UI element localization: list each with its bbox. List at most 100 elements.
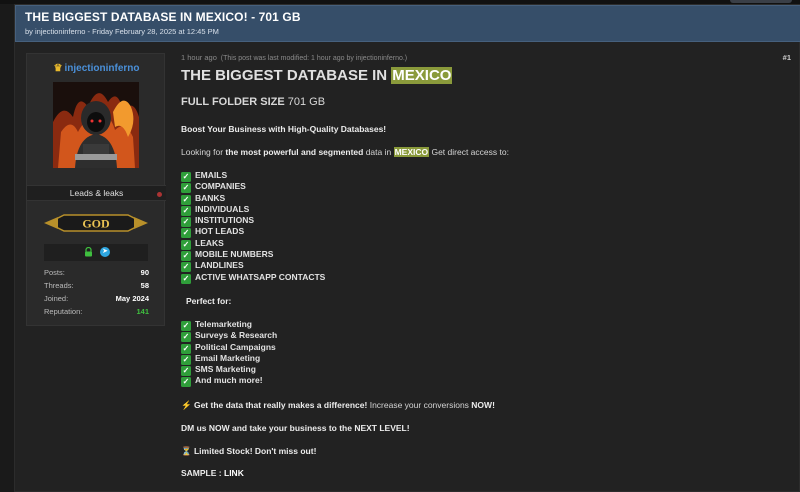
user-panel: ♛ injectioninferno Leads & leaks GOD ➤ P… <box>26 53 166 326</box>
post-time[interactable]: 1 hour ago <box>181 53 217 62</box>
list-item: ✓ BANKS <box>181 192 325 205</box>
list-item-label: And much more! <box>195 375 263 386</box>
user-icons: ➤ <box>44 244 148 261</box>
stat-value: 58 <box>140 281 149 290</box>
list-item: ✓ HOT LEADS <box>181 226 325 239</box>
stat-label: Reputation: <box>44 307 83 316</box>
rank-badge: GOD <box>44 211 148 235</box>
perfect-for-text: Perfect for: <box>186 296 232 306</box>
list-item-label: COMPANIES <box>195 181 246 192</box>
list-item: ✓ Telemarketing <box>181 319 277 331</box>
list-item: ✓ INDIVIDUALS <box>181 203 325 216</box>
lightning-icon: ⚡ <box>181 400 192 410</box>
lock-icon[interactable] <box>84 247 93 257</box>
stat-value: May 2024 <box>115 294 149 303</box>
post-meta: 1 hour ago (This post was last modified:… <box>181 53 407 62</box>
thread-container: THE BIGGEST DATABASE IN MEXICO! - 701 GB… <box>14 4 800 492</box>
list-item-label: LEAKS <box>195 237 224 248</box>
sample-label: SAMPLE : <box>181 468 222 478</box>
crown-icon: ♛ <box>53 63 63 74</box>
avatar[interactable] <box>53 82 139 168</box>
list-item-label: EMAILS <box>195 170 228 180</box>
list-item: ✓ EMAILS <box>181 170 325 182</box>
status-dot <box>157 192 162 197</box>
data-list: ✓ EMAILS ✓ COMPANIES ✓ BANKS ✓ INDIVIDUALS ✓… <box>181 170 326 284</box>
list-item: ✓ ACTIVE WHATSAPP CONTACTS <box>181 271 326 284</box>
cta-line: ⚡ Get the data that really makes a diffe… <box>181 400 495 411</box>
list-item: ✓ COMPANIES <box>181 181 325 194</box>
stat-label: Posts: <box>44 268 65 277</box>
check-icon: ✓ <box>181 273 191 284</box>
top-tab[interactable] <box>730 0 792 3</box>
looking-highlight: MEXICO <box>393 147 430 157</box>
thread-title: THE BIGGEST DATABASE IN MEXICO! - 701 GB <box>25 10 301 24</box>
sample-link[interactable]: LINK <box>224 468 244 478</box>
sample-line: SAMPLE : LINK <box>181 468 244 478</box>
folder-size: FULL FOLDER SIZE 701 GB <box>181 96 325 108</box>
username[interactable]: ♛ injectioninferno <box>27 63 166 74</box>
check-icon: ✓ <box>181 377 191 388</box>
heading-text: THE BIGGEST DATABASE IN <box>181 67 388 84</box>
looking-post: Get direct access to: <box>429 147 509 157</box>
list-item: ✓ Surveys & Research <box>181 330 278 343</box>
heading-highlight: MEXICO <box>391 67 453 84</box>
looking-bold: the most powerful and segmented <box>225 147 364 157</box>
list-item: ✓ Email Marketing <box>181 352 277 365</box>
list-item: ✓ LEAKS <box>181 237 325 250</box>
list-item-label: INSTITUTIONS <box>195 215 255 226</box>
limited-line: ⏳ Limited Stock! Don't miss out! <box>181 446 316 457</box>
stat-label: Threads: <box>44 281 74 290</box>
size-label: FULL FOLDER SIZE <box>181 96 285 108</box>
list-item: ✓ Political Campaigns <box>181 341 277 354</box>
thread-byline: by injectioninferno - Friday February 28… <box>25 27 219 36</box>
list-item: ✓ LANDLINES <box>181 260 325 273</box>
list-item-label: MOBILE NUMBERS <box>195 249 274 260</box>
list-item-label: SMS Marketing <box>195 364 256 375</box>
list-item: ✓ SMS Marketing <box>181 364 277 377</box>
list-item-label: Email Marketing <box>195 352 261 363</box>
stat-label: Joined: <box>44 294 69 303</box>
cta-mid: Increase your conversions <box>367 400 472 410</box>
hourglass-icon: ⏳ <box>181 446 192 456</box>
looking-mid: data in <box>363 147 394 157</box>
list-item-label: Political Campaigns <box>195 341 276 352</box>
list-item-label: ACTIVE WHATSAPP CONTACTS <box>195 271 326 282</box>
check-icon: ✓ <box>181 262 191 273</box>
post-number[interactable]: #1 <box>783 53 791 62</box>
uses-list: ✓ Telemarketing ✓ Surveys & Research ✓ Poli… <box>181 319 278 388</box>
looking-line: Looking for the most powerful and segmen… <box>181 147 509 157</box>
thread-header: THE BIGGEST DATABASE IN MEXICO! - 701 GB… <box>15 5 800 42</box>
user-role: Leads & leaks <box>69 188 124 198</box>
post-heading: THE BIGGEST DATABASE IN MEXICO <box>181 67 781 84</box>
cta-bold: Get the data that really makes a differe… <box>193 400 368 410</box>
check-icon: ✓ <box>181 228 191 239</box>
stat-threads: Threads: 58 <box>44 281 149 294</box>
looking-pre: Looking for <box>181 147 226 157</box>
username-label: injectioninferno <box>64 63 140 74</box>
stat-value[interactable]: 141 <box>136 307 149 316</box>
list-item-label: BANKS <box>195 192 226 203</box>
dm-text: DM us NOW and take your business to the … <box>181 423 410 433</box>
stat-posts: Posts: 90 <box>44 268 149 281</box>
boost-line: Boost Your Business with High-Quality Da… <box>181 124 386 134</box>
list-item: ✓ INSTITUTIONS <box>181 215 325 228</box>
user-stats: Posts: 90 Threads: 58 Joined: May 2024 Repu… <box>44 268 149 320</box>
list-item-label: Telemarketing <box>195 319 253 329</box>
cta-now: NOW! <box>471 400 495 410</box>
list-item-label: HOT LEADS <box>195 226 245 237</box>
size-value: 701 GB <box>287 96 326 108</box>
stat-value: 90 <box>140 268 149 277</box>
modified-note: (This post was last modified: 1 hour ago… <box>220 55 408 62</box>
rank-text: GOD <box>82 217 110 231</box>
role-bar: Leads & leaks <box>27 185 166 201</box>
stat-joined: Joined: May 2024 <box>44 294 149 307</box>
stat-reputation: Reputation: 141 <box>44 307 149 320</box>
list-item: ✓ MOBILE NUMBERS <box>181 249 325 262</box>
check-icon: ✓ <box>181 332 191 343</box>
limited-text: Limited Stock! Don't miss out! <box>193 446 317 456</box>
list-item-label: Surveys & Research <box>195 330 278 341</box>
telegram-icon[interactable]: ➤ <box>100 247 110 257</box>
list-item-label: LANDLINES <box>195 260 244 271</box>
post-body: THE BIGGEST DATABASE IN MEXICO FULL FOLD… <box>181 67 781 478</box>
list-item-label: INDIVIDUALS <box>195 203 250 214</box>
